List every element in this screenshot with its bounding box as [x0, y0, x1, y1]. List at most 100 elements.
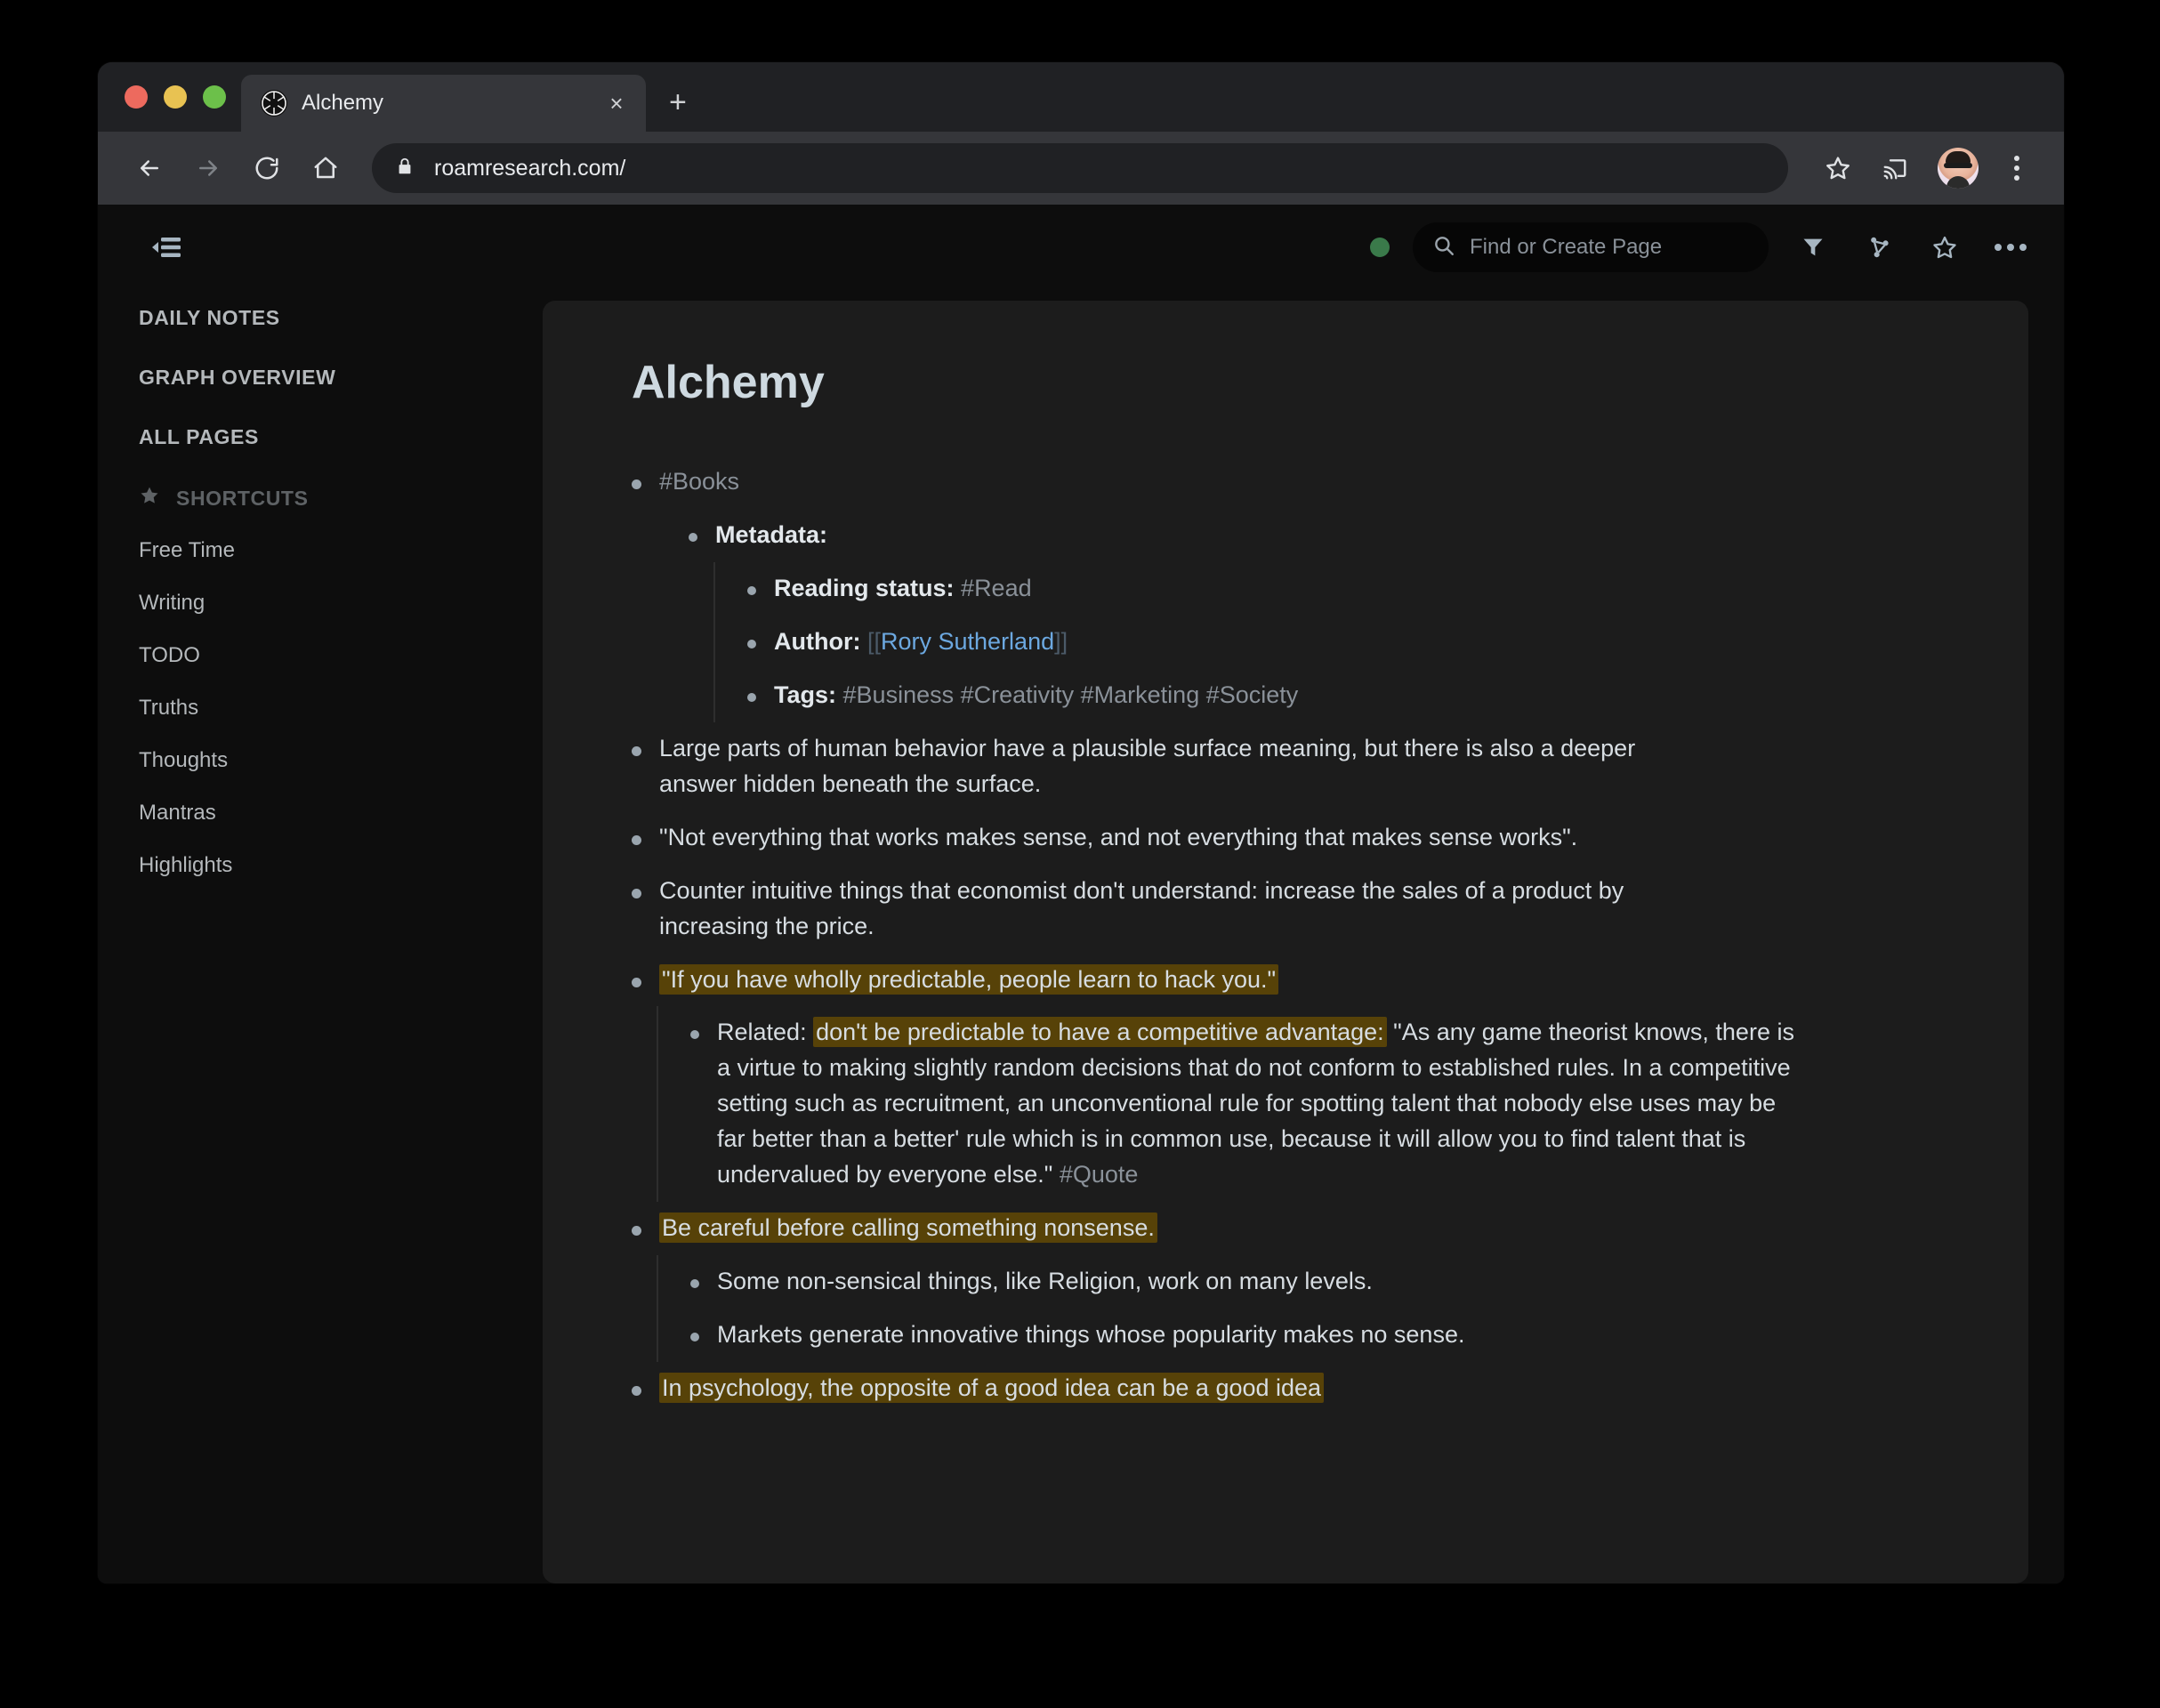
bracket-close: ]]: [1054, 627, 1068, 655]
sidebar-shortcut-writing[interactable]: Writing: [139, 591, 543, 616]
block-author: Author: [[Rory Sutherland]]: [747, 616, 1966, 669]
back-icon[interactable]: [125, 143, 174, 193]
bracket-open: [[: [866, 627, 881, 655]
bullet[interactable]: [632, 1226, 641, 1237]
sidebar: DAILY NOTES GRAPH OVERVIEW ALL PAGES SHO…: [98, 290, 543, 1583]
browser-toolbar: roamresearch.com/: [98, 132, 2064, 205]
bullet[interactable]: [632, 977, 641, 987]
close-tab-button[interactable]: ×: [603, 92, 630, 115]
highlight-nonsense[interactable]: Be careful before calling something nons…: [659, 1213, 1157, 1244]
status-indicator: [1370, 238, 1390, 257]
block-surface-meaning: Large parts of human behavior have a pla…: [632, 722, 1966, 811]
highlight-predictable[interactable]: "If you have wholly predictable, people …: [659, 963, 1279, 995]
block-books: #Books Metadata: Reading status: #Read A…: [632, 455, 1966, 722]
search-input[interactable]: [1470, 235, 1749, 260]
roam-app: DAILY NOTES GRAPH OVERVIEW ALL PAGES SHO…: [98, 205, 2064, 1583]
bullet[interactable]: [747, 585, 756, 595]
block-text[interactable]: "Not everything that works makes sense, …: [659, 820, 1577, 856]
block-reading-status: Reading status: #Read: [747, 562, 1966, 616]
url-text: roamresearch.com/: [434, 155, 626, 181]
books-tag[interactable]: #Books: [659, 464, 739, 500]
bookmark-star-icon[interactable]: [1815, 145, 1861, 191]
page-title[interactable]: Alchemy: [632, 356, 1966, 409]
bullet[interactable]: [632, 745, 641, 756]
search-icon: [1432, 234, 1455, 262]
bullet[interactable]: [632, 834, 641, 845]
sidebar-shortcut-truths[interactable]: Truths: [139, 696, 543, 721]
tab-strip: Alchemy × +: [98, 62, 2064, 132]
minimize-window-button[interactable]: [164, 85, 187, 109]
children-predictable: Related: don't be predictable to have a …: [657, 1006, 1966, 1203]
related-prefix: Related:: [717, 1019, 814, 1046]
block-religion: Some non-sensical things, like Religion,…: [690, 1255, 1966, 1309]
reading-status-label: Reading status:: [774, 574, 955, 601]
search-box[interactable]: [1413, 222, 1769, 272]
tab-title: Alchemy: [302, 91, 384, 115]
quote-tag[interactable]: #Quote: [1060, 1161, 1139, 1188]
block-text[interactable]: Large parts of human behavior have a pla…: [659, 731, 1638, 802]
block-text[interactable]: Some non-sensical things, like Religion,…: [717, 1264, 1373, 1300]
sidebar-item-all-pages[interactable]: ALL PAGES: [139, 425, 543, 449]
avatar[interactable]: [1938, 148, 1979, 189]
filter-icon[interactable]: [1792, 226, 1834, 269]
star-icon[interactable]: [1923, 226, 1966, 269]
topbar-actions: [1370, 222, 2032, 272]
browser-tab[interactable]: Alchemy ×: [241, 75, 646, 132]
window-controls: [125, 85, 226, 109]
highlight-psychology[interactable]: In psychology, the opposite of a good id…: [659, 1373, 1325, 1404]
bullet[interactable]: [690, 1333, 699, 1342]
sidebar-shortcut-mantras[interactable]: Mantras: [139, 801, 543, 826]
children-books: Metadata: Reading status: #Read Author: …: [657, 509, 1966, 722]
forward-icon[interactable]: [183, 143, 233, 193]
block-psychology: In psychology, the opposite of a good id…: [632, 1362, 1966, 1415]
block-metadata: Metadata: Reading status: #Read Author: …: [689, 509, 1966, 722]
highlight-competitive-advantage[interactable]: don't be predictable to have a competiti…: [813, 1017, 1387, 1048]
page-panel: Alchemy #Books Metadata: Reading status:…: [543, 301, 2028, 1583]
tags-label: Tags:: [774, 681, 837, 708]
bullet[interactable]: [632, 1386, 641, 1397]
shortcuts-label: SHORTCUTS: [176, 486, 309, 510]
sidebar-item-daily-notes[interactable]: DAILY NOTES: [139, 306, 543, 330]
new-tab-button[interactable]: +: [669, 87, 687, 117]
tags-value[interactable]: #Business #Creativity #Marketing #Societ…: [843, 681, 1299, 708]
author-page-link[interactable]: Rory Sutherland: [881, 628, 1054, 655]
bullet[interactable]: [747, 639, 756, 649]
close-window-button[interactable]: [125, 85, 148, 109]
sidebar-item-graph-overview[interactable]: GRAPH OVERVIEW: [139, 366, 543, 390]
block-counter-intuitive: Counter intuitive things that economist …: [632, 865, 1966, 954]
cast-icon[interactable]: [1870, 143, 1920, 193]
roam-favicon: [261, 90, 287, 117]
menu-closed-icon[interactable]: [142, 222, 192, 272]
sidebar-shortcut-todo[interactable]: TODO: [139, 643, 543, 668]
home-icon[interactable]: [301, 143, 351, 193]
bullet[interactable]: [747, 692, 756, 702]
block-tags: Tags: #Business #Creativity #Marketing #…: [747, 669, 1966, 722]
reload-icon[interactable]: [242, 143, 292, 193]
maximize-window-button[interactable]: [203, 85, 226, 109]
bullet[interactable]: [690, 1030, 699, 1040]
more-icon[interactable]: [1989, 226, 2032, 269]
sidebar-shortcut-highlights[interactable]: Highlights: [139, 853, 543, 878]
block-text[interactable]: Markets generate innovative things whose…: [717, 1317, 1464, 1353]
bullet[interactable]: [689, 532, 697, 542]
block-works-makes-sense: "Not everything that works makes sense, …: [632, 811, 1966, 865]
shortcuts-header[interactable]: SHORTCUTS: [139, 485, 543, 512]
reading-status-value[interactable]: #Read: [961, 575, 1032, 601]
block-tree: #Books Metadata: Reading status: #Read A…: [632, 455, 1966, 1415]
graph-icon[interactable]: [1858, 226, 1900, 269]
sidebar-shortcut-thoughts[interactable]: Thoughts: [139, 748, 543, 773]
app-topbar: [98, 205, 2064, 290]
metadata-label: Metadata:: [715, 520, 828, 548]
main-area: Alchemy #Books Metadata: Reading status:…: [543, 290, 2064, 1583]
bullet[interactable]: [690, 1279, 699, 1289]
block-predictable: "If you have wholly predictable, people …: [632, 954, 1966, 1203]
block-markets: Markets generate innovative things whose…: [690, 1309, 1966, 1362]
bullet[interactable]: [632, 888, 641, 898]
sidebar-shortcut-free-time[interactable]: Free Time: [139, 538, 543, 563]
children-metadata: Reading status: #Read Author: [[Rory Sut…: [713, 561, 1966, 722]
bullet[interactable]: [632, 479, 641, 489]
block-text[interactable]: Counter intuitive things that economist …: [659, 874, 1638, 945]
address-bar[interactable]: roamresearch.com/: [372, 143, 1788, 193]
kebab-menu-icon[interactable]: [1996, 148, 2037, 189]
lock-icon: [395, 157, 415, 181]
